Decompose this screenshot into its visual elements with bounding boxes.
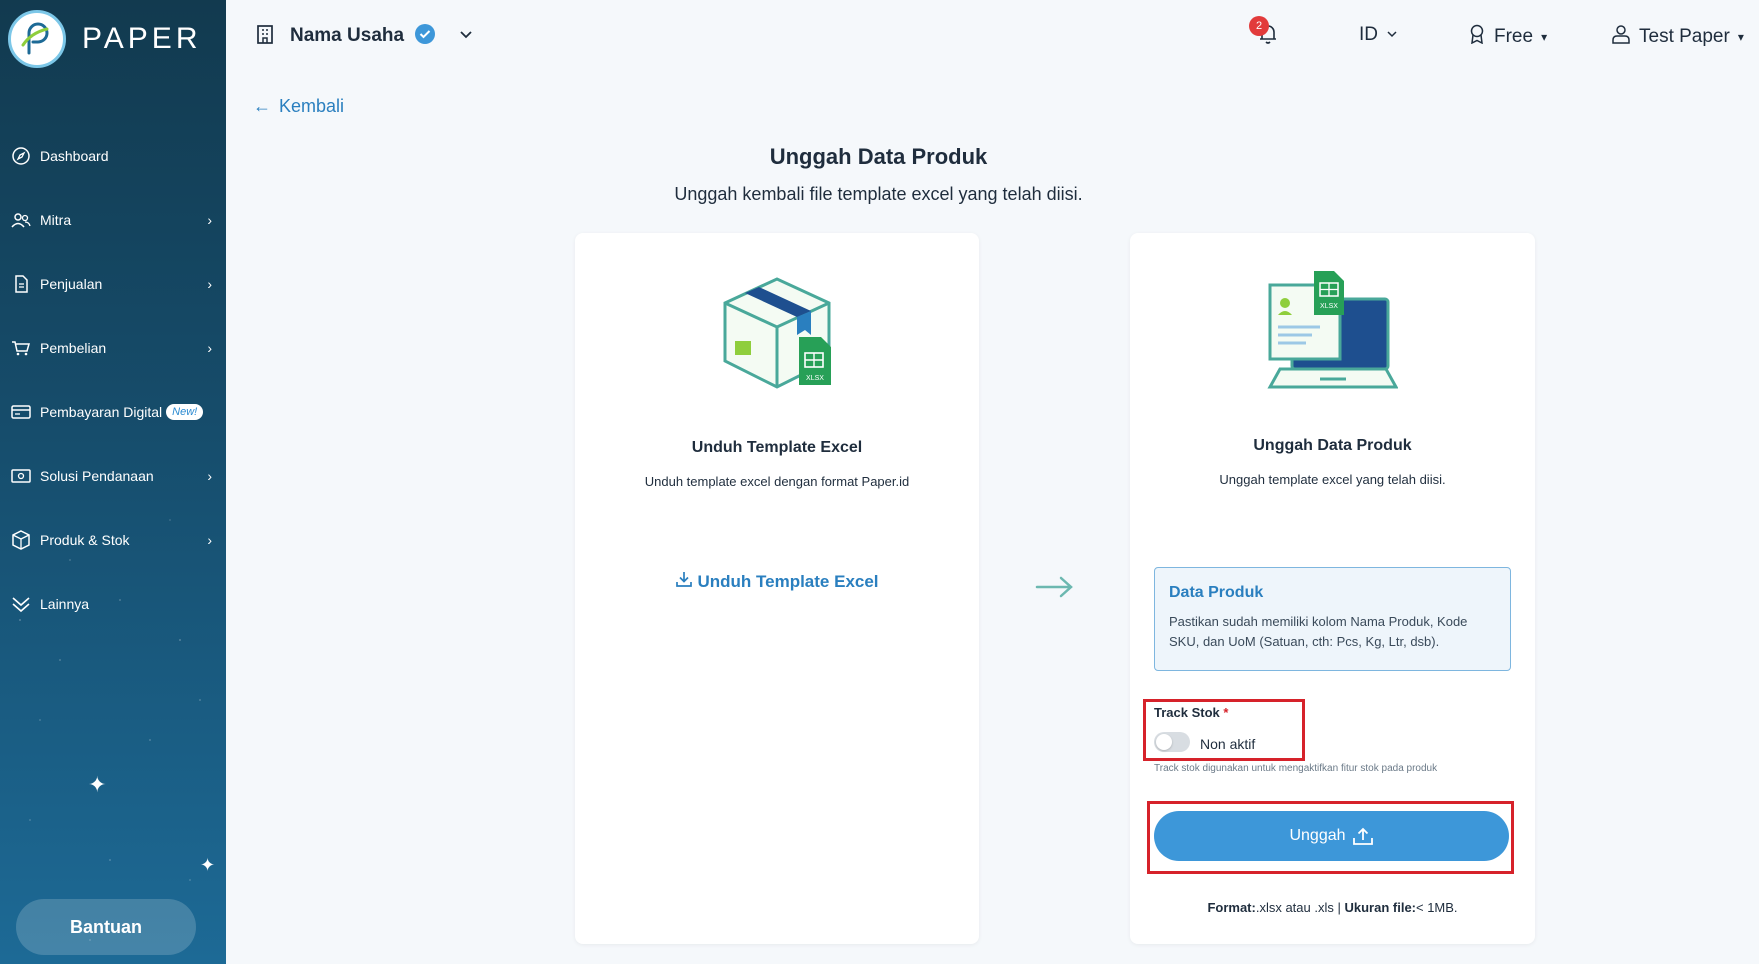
sidebar-item-label: Produk & Stok xyxy=(40,532,130,548)
sidebar-item-solusi-pendanaan[interactable]: Solusi Pendanaan › xyxy=(0,444,226,508)
track-stok-toggle[interactable] xyxy=(1154,732,1190,752)
plan-label: Free xyxy=(1494,26,1534,47)
sidebar-nav: Dashboard Mitra › Penjualan › Pembelian … xyxy=(0,124,226,636)
logo-text: PAPER xyxy=(82,22,202,55)
sidebar-item-dashboard[interactable]: Dashboard xyxy=(0,124,226,188)
box-excel-illustration-icon: XLSX xyxy=(721,275,839,398)
business-switcher[interactable]: Nama Usaha xyxy=(254,23,474,50)
back-link[interactable]: ← Kembali xyxy=(253,96,344,117)
toggle-knob xyxy=(1156,734,1172,750)
user-icon xyxy=(1611,24,1631,50)
users-icon xyxy=(10,209,32,231)
sidebar-item-label: Mitra xyxy=(40,212,72,228)
info-title: Data Produk xyxy=(1169,584,1264,601)
sidebar-item-lainnya[interactable]: Lainnya xyxy=(0,572,226,636)
sidebar-item-label: Dashboard xyxy=(40,148,109,164)
box-icon xyxy=(10,529,32,551)
track-stok-state: Non aktif xyxy=(1200,736,1256,752)
sidebar-item-pembelian[interactable]: Pembelian › xyxy=(0,316,226,380)
track-stok-label: Track Stok * xyxy=(1154,705,1228,720)
download-link-label: Unduh Template Excel xyxy=(697,571,879,591)
xlsx-badge-text: XLSX xyxy=(806,375,824,382)
upload-card-description: Unggah template excel yang telah diisi. xyxy=(1219,472,1446,487)
track-stok-label-text: Track Stok xyxy=(1154,705,1220,720)
chevron-down-icon xyxy=(458,26,474,47)
sidebar-item-label: Lainnya xyxy=(40,596,90,612)
compass-icon xyxy=(10,145,32,167)
info-text: Pastikan sudah memiliki kolom Nama Produ… xyxy=(1169,614,1468,649)
arrow-right-icon xyxy=(1035,575,1075,604)
chevron-right-icon: › xyxy=(207,340,212,356)
money-icon xyxy=(10,465,32,487)
track-stok-help: Track stok digunakan untuk mengaktifkan … xyxy=(1154,763,1438,774)
language-label: ID xyxy=(1359,24,1378,45)
card-icon xyxy=(10,401,32,423)
notification-badge: 2 xyxy=(1249,16,1269,36)
size-label: Ukuran file: xyxy=(1344,900,1416,915)
back-label: Kembali xyxy=(279,96,345,116)
sidebar-item-pembayaran-digital[interactable]: Pembayaran Digital New! xyxy=(0,380,226,444)
sparkle-icon: ✦ xyxy=(88,772,107,797)
download-template-card: XLSX Unduh Template Excel Unduh template… xyxy=(575,233,979,944)
user-menu[interactable]: Test Paper ▾ xyxy=(1611,24,1744,50)
file-format-note: Format:.xlsx atau .xls | Ukuran file:< 1… xyxy=(1130,900,1535,915)
chevron-right-icon: › xyxy=(207,212,212,228)
business-name: Nama Usaha xyxy=(290,25,405,46)
user-name: Test Paper xyxy=(1639,26,1730,47)
computer-excel-illustration-icon: XLSX xyxy=(1266,269,1399,406)
format-value: .xlsx atau .xls | xyxy=(1255,900,1345,915)
size-value: < 1MB. xyxy=(1416,900,1458,915)
chevron-right-icon: › xyxy=(207,276,212,292)
sidebar-item-penjualan[interactable]: Penjualan › xyxy=(0,252,226,316)
xlsx-badge-text: XLSX xyxy=(1320,303,1338,310)
sidebar-item-label: Pembayaran Digital xyxy=(40,404,163,420)
building-icon xyxy=(254,23,276,50)
upload-card-title: Unggah Data Produk xyxy=(1253,437,1412,454)
help-button[interactable]: Bantuan xyxy=(16,899,196,955)
notification-button[interactable]: 2 xyxy=(1249,16,1283,48)
logo-mark-icon xyxy=(8,10,66,68)
page-title: Unggah Data Produk xyxy=(769,144,988,169)
new-badge: New! xyxy=(166,404,204,420)
chevron-right-icon: › xyxy=(207,468,212,484)
download-icon xyxy=(675,570,693,593)
chevron-down-icon xyxy=(1386,24,1398,46)
upload-button-label: Unggah xyxy=(1289,827,1346,844)
caret-down-icon: ▾ xyxy=(1737,30,1744,44)
arrow-left-icon: ← xyxy=(253,96,271,116)
download-card-description: Unduh template excel dengan format Paper… xyxy=(644,474,910,489)
upload-icon xyxy=(1352,826,1374,846)
double-chevron-down-icon xyxy=(10,593,32,615)
required-mark: * xyxy=(1223,705,1229,720)
sidebar: ✦ ✦ PAPER Dashboard Mitra › Penjualan › … xyxy=(0,0,226,964)
download-template-link[interactable]: Unduh Template Excel xyxy=(575,570,979,593)
sidebar-item-label: Solusi Pendanaan xyxy=(40,468,154,484)
caret-down-icon: ▾ xyxy=(1541,30,1548,44)
sidebar-item-label: Pembelian xyxy=(40,340,107,356)
format-label: Format: xyxy=(1207,900,1256,915)
download-card-title: Unduh Template Excel xyxy=(691,439,863,456)
sidebar-item-produk-stok[interactable]: Produk & Stok › xyxy=(0,508,226,572)
cart-icon xyxy=(10,337,32,359)
plan-selector[interactable]: Free ▾ xyxy=(1468,24,1547,50)
language-selector[interactable]: ID xyxy=(1359,24,1398,46)
verified-badge-icon xyxy=(414,23,436,50)
sidebar-item-mitra[interactable]: Mitra › xyxy=(0,188,226,252)
sidebar-item-label: Penjualan xyxy=(40,276,103,292)
sparkle-icon: ✦ xyxy=(200,855,216,875)
page-subtitle: Unggah kembali file template excel yang … xyxy=(674,184,1083,204)
chevron-right-icon: › xyxy=(207,532,212,548)
upload-button[interactable]: Unggah xyxy=(1154,811,1509,861)
upload-data-card: XLSX Unggah Data Produk Unggah template … xyxy=(1130,233,1535,944)
document-icon xyxy=(10,273,32,295)
app-logo[interactable]: PAPER xyxy=(8,10,201,68)
award-icon xyxy=(1468,24,1486,50)
data-produk-info-box: Data Produk Pastikan sudah memiliki kolo… xyxy=(1154,567,1511,671)
